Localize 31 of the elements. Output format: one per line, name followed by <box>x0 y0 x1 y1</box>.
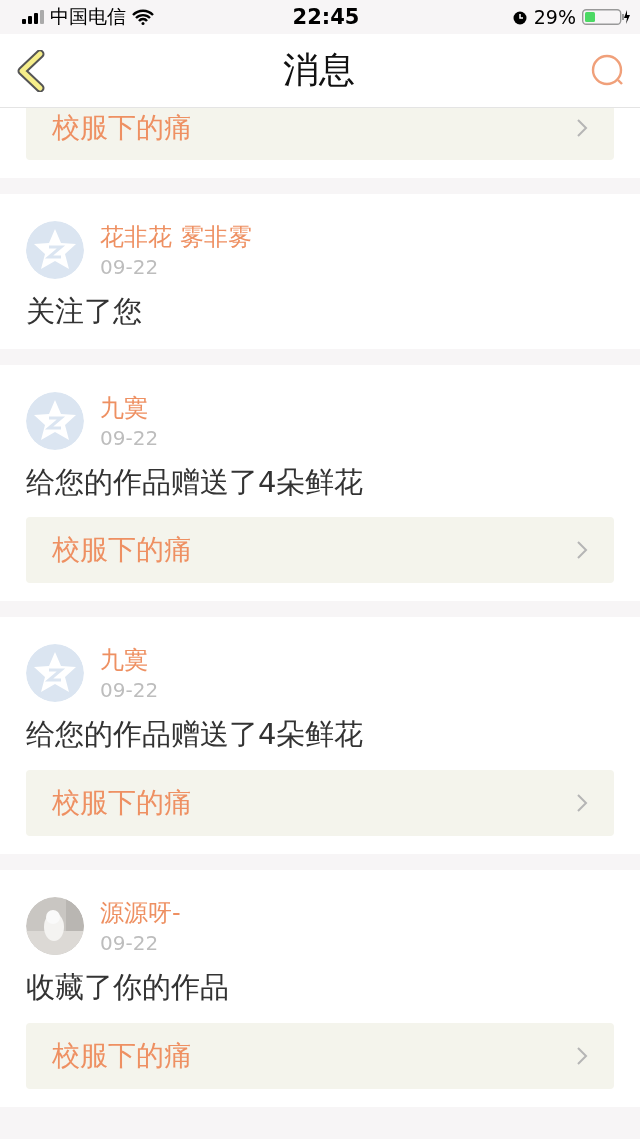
user-name[interactable]: 源源呀- <box>100 897 181 930</box>
wifi-icon <box>132 9 154 25</box>
chevron-icon <box>576 1045 588 1066</box>
work-link[interactable]: 校服下的痛 <box>26 108 614 160</box>
chevron-icon <box>576 793 588 814</box>
avatar-icon <box>26 221 84 279</box>
battery-percent: 29% <box>533 6 576 28</box>
notification-text: 给您的作品赠送了4朵鲜花 <box>26 463 365 501</box>
notification-text: 收藏了你的作品 <box>26 969 230 1007</box>
chevron-icon <box>576 540 588 561</box>
notification-date: 09-22 <box>100 255 160 279</box>
battery-icon <box>582 9 630 25</box>
notification-text: 关注了您 <box>26 293 143 330</box>
carrier-name: 中国电信 <box>50 4 126 29</box>
avatar-icon <box>26 644 84 703</box>
notification-date: 09-22 <box>100 425 159 450</box>
user-name[interactable]: 九寞 <box>100 644 159 677</box>
notification-date: 09-22 <box>100 678 159 703</box>
status-time: 22:45 <box>292 5 360 29</box>
chevron-icon <box>576 118 588 138</box>
page-title: 消息 <box>283 48 355 92</box>
notification-text: 给您的作品赠送了4朵鲜花 <box>26 716 365 754</box>
alarm-icon <box>511 9 528 25</box>
work-link[interactable]: 校服下的痛 <box>26 517 614 584</box>
work-link[interactable]: 校服下的痛 <box>26 1022 614 1089</box>
signal-icon <box>22 10 44 24</box>
notification-date: 09-22 <box>100 931 160 956</box>
work-link[interactable]: 校服下的痛 <box>26 770 614 837</box>
user-name[interactable]: 九寞 <box>100 391 159 424</box>
user-name[interactable]: 花非花 雾非雾 <box>100 221 252 253</box>
avatar-icon <box>26 391 84 450</box>
